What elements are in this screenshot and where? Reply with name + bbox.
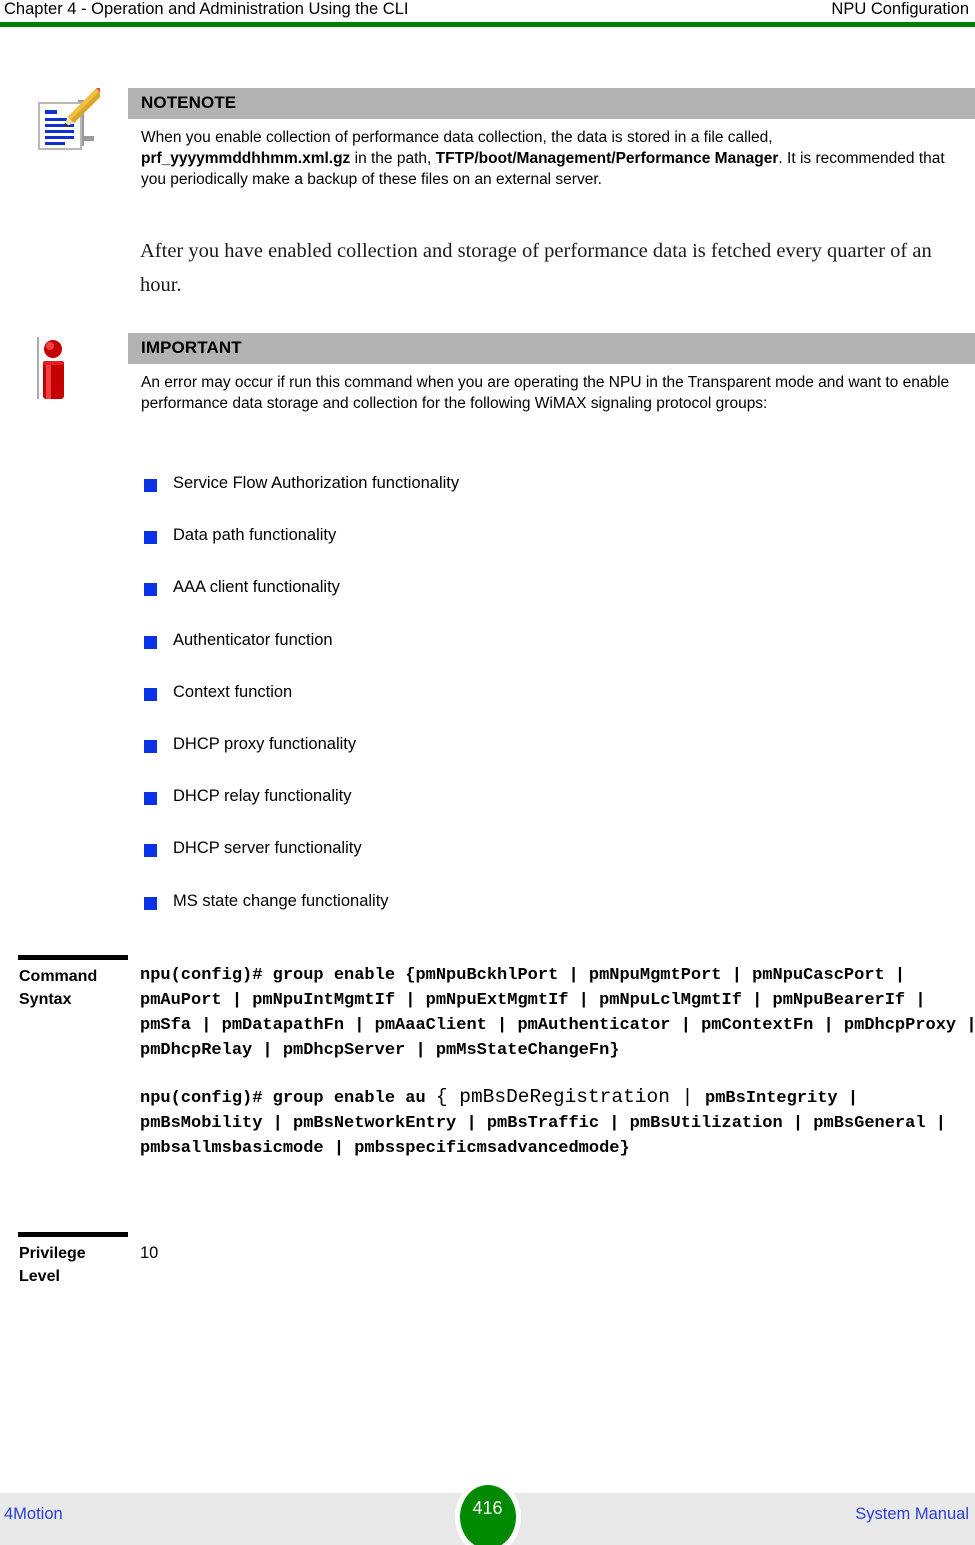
command-line-2-prefix: npu(config)# group enable au bbox=[140, 1089, 436, 1108]
list-item: AAA client functionality bbox=[140, 578, 840, 631]
list-item: Service Flow Authorization functionality bbox=[140, 474, 840, 527]
list-item: DHCP relay functionality bbox=[140, 787, 840, 840]
header-chapter-title: Chapter 4 - Operation and Administration… bbox=[4, 0, 409, 18]
bullet-square-icon bbox=[144, 896, 157, 910]
command-syntax-term: Command Syntax bbox=[19, 968, 98, 1008]
list-item-label: Authenticator function bbox=[173, 630, 333, 649]
document-page: Chapter 4 - Operation and Administration… bbox=[0, 0, 975, 1545]
bullet-square-icon bbox=[144, 635, 157, 649]
list-item: Context function bbox=[140, 682, 840, 736]
page-number-badge: 416 bbox=[459, 1485, 516, 1545]
important-title-bar: IMPORTANT bbox=[128, 333, 975, 364]
command-line-2-emphasis: { pmBsDeRegistration | bbox=[435, 1086, 706, 1108]
important-text: An error may occur if run this command w… bbox=[141, 374, 950, 412]
bullet-square-icon bbox=[144, 479, 157, 492]
privilege-level-rule bbox=[18, 1232, 128, 1237]
bullet-square-icon bbox=[144, 531, 157, 545]
note-title-bar: NOTENOTE bbox=[128, 88, 975, 119]
note-body: NOTENOTE When you enable collection of p… bbox=[128, 88, 975, 190]
privilege-level-value: 10 bbox=[140, 1244, 159, 1262]
note-pencil-icon bbox=[28, 82, 109, 160]
body-paragraph: After you have enabled collection and st… bbox=[140, 240, 932, 296]
note-filename: prf_yyyymmddhhmm.xml.gz bbox=[141, 150, 351, 167]
command-syntax-body: npu(config)# group enable {pmNpuBckhlPor… bbox=[140, 963, 975, 1161]
bullet-square-icon bbox=[144, 583, 157, 597]
list-item-label: DHCP relay functionality bbox=[173, 787, 352, 806]
privilege-level-term: Privilege Level bbox=[19, 1245, 86, 1285]
header-section-title: NPU Configuration bbox=[831, 0, 969, 18]
list-item-label: DHCP proxy functionality bbox=[173, 734, 357, 753]
important-body: IMPORTANT An error may occur if run this… bbox=[128, 333, 975, 414]
privilege-level-body: 10 bbox=[140, 1242, 975, 1265]
command-line-2: npu(config)# group enable au { pmBsDeReg… bbox=[140, 1085, 975, 1161]
important-title: IMPORTANT bbox=[141, 338, 242, 357]
command-line-1: npu(config)# group enable {pmNpuBckhlPor… bbox=[140, 966, 975, 1060]
list-item: MS state change functionality bbox=[140, 891, 840, 945]
bullet-square-icon bbox=[144, 687, 157, 701]
running-header: Chapter 4 - Operation and Administration… bbox=[0, 0, 975, 28]
note-text: When you enable collection of performanc… bbox=[128, 119, 975, 190]
list-item: DHCP server functionality bbox=[140, 839, 840, 892]
bullet-square-icon bbox=[144, 792, 157, 806]
list-item: Authenticator function bbox=[140, 630, 840, 684]
footer-product-name[interactable]: 4Motion bbox=[4, 1505, 63, 1524]
list-item-label: DHCP server functionality bbox=[173, 839, 362, 858]
bullet-square-icon bbox=[144, 844, 157, 858]
note-text-part-2: in the path, bbox=[350, 150, 436, 167]
running-footer: 4Motion 416 System Manual bbox=[0, 1479, 975, 1545]
list-item: DHCP proxy functionality bbox=[140, 734, 840, 788]
list-item-label: AAA client functionality bbox=[173, 578, 340, 597]
note-text-part-1: When you enable collection of performanc… bbox=[141, 129, 773, 146]
important-info-icon bbox=[28, 333, 100, 405]
protocol-group-list: Service Flow Authorization functionality… bbox=[140, 474, 840, 945]
list-item-label: Data path functionality bbox=[173, 526, 337, 545]
note-title: NOTENOTE bbox=[141, 93, 237, 112]
list-item-label: Context function bbox=[173, 682, 293, 701]
header-divider-rule bbox=[0, 22, 975, 27]
list-item-label: Service Flow Authorization functionality bbox=[173, 474, 460, 492]
list-item-label: MS state change functionality bbox=[173, 891, 389, 910]
list-item: Data path functionality bbox=[140, 526, 840, 579]
command-syntax-rule bbox=[18, 955, 128, 960]
note-path: TFTP/boot/Management/Performance Manager bbox=[435, 150, 779, 167]
bullet-square-icon bbox=[144, 739, 157, 753]
footer-document-title[interactable]: System Manual bbox=[855, 1505, 969, 1524]
